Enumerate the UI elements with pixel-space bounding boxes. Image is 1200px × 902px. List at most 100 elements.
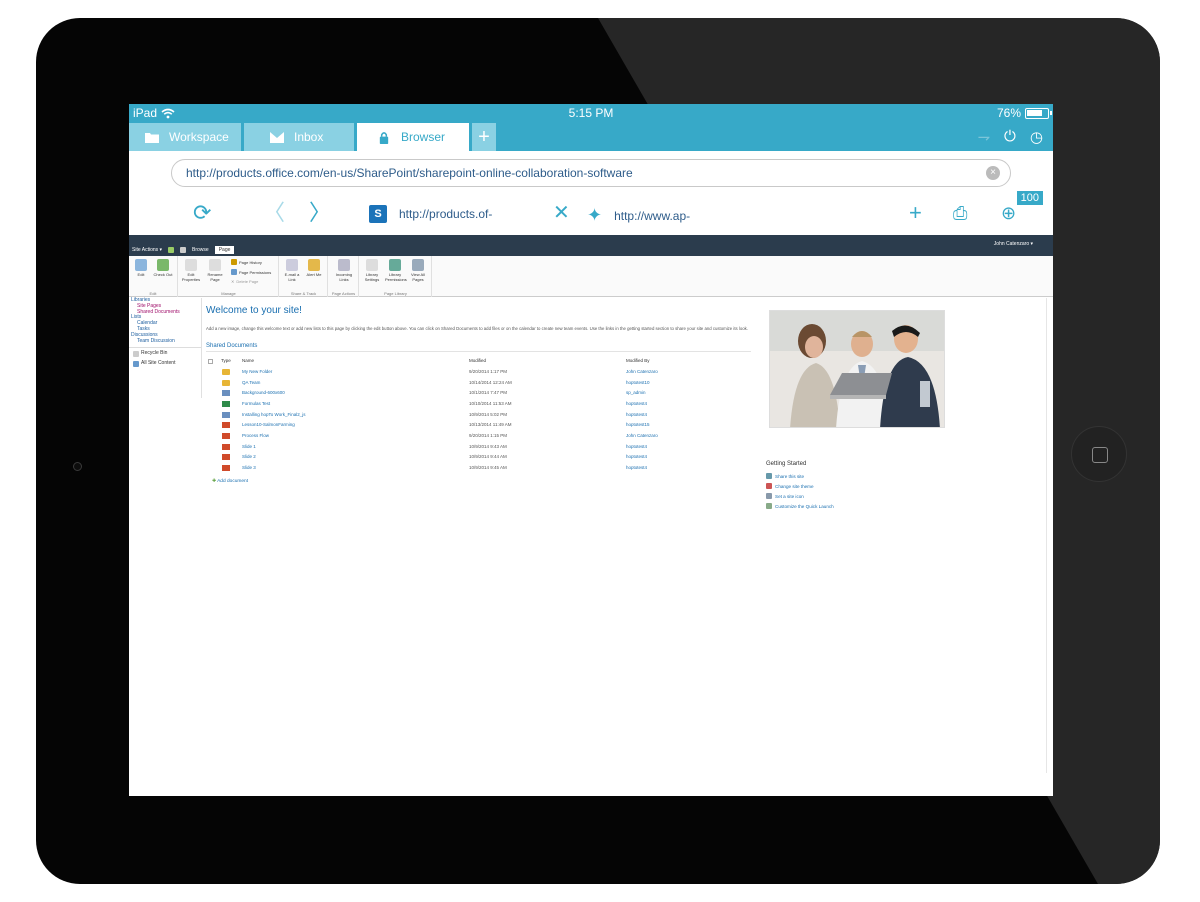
document-modified-by[interactable]: hoptotest4 [626,454,647,459]
table-row[interactable]: Background-600x600 10/1/2014 7:47 PM sp_ad… [206,389,751,400]
alert-me-button[interactable]: Alert Me [304,259,324,277]
add-icon[interactable]: + [909,201,922,225]
rename-icon [209,259,221,271]
page-scrollbar[interactable] [1046,298,1047,773]
sharepoint-icon: S [369,205,387,223]
ribbon-tab-browse[interactable]: Browse [192,247,209,253]
document-name[interactable]: My New Folder [242,369,272,374]
browser-tab-1[interactable]: S http://products.of- [369,205,492,223]
tab-inbox[interactable]: Inbox [244,123,354,151]
nav-utilities: Recycle Bin All Site Content [129,347,201,368]
close-tab-icon[interactable]: ✕ [553,201,570,225]
document-modified-by[interactable]: John Catenzaro [626,433,658,438]
back-icon[interactable]: 〈 [263,201,285,225]
table-row[interactable]: Process Flow 9/20/2014 1:15 PM John Catenz… [206,432,751,443]
column-modified[interactable]: Modified [469,358,486,363]
document-modified-by[interactable]: hoptotest15 [626,422,650,427]
edit-page-icon[interactable] [180,247,187,253]
change-theme-link[interactable]: Change site theme [766,481,916,491]
document-modified-by[interactable]: hoptotest4 [626,444,647,449]
table-row[interactable]: Slide 3 10/9/2014 9:45 AM hoptotest4 [206,464,751,475]
email-link-button[interactable]: E-mail a Link [282,259,302,282]
document-name[interactable]: Formulas Test [242,401,270,406]
download-icon[interactable]: ⊕ [1001,201,1016,225]
library-permissions-button[interactable]: Library Permissions [385,259,407,282]
library-permissions-icon [389,259,401,271]
shared-documents-title[interactable]: Shared Documents [206,343,751,353]
column-type[interactable]: Type [221,358,231,363]
table-row[interactable]: My New Folder 9/20/2014 1:17 PM John Caten… [206,368,751,379]
tab-workspace[interactable]: Workspace [129,123,241,151]
document-name[interactable]: Installing hopTo Work_Final2_js [242,412,305,417]
document-name[interactable]: Process Flow [242,433,269,438]
library-settings-button[interactable]: Library Settings [362,259,382,282]
rename-page-button[interactable]: Rename Page [205,259,225,282]
ribbon-group-library: Library Settings Library Permissions Vie… [360,256,432,297]
customize-quick-launch-link[interactable]: Customize the Quick Launch [766,501,916,511]
table-row[interactable]: Slide 1 10/9/2014 9:43 AM hoptotest4 [206,443,751,454]
tab-browser[interactable]: Browser [357,123,469,151]
print-icon[interactable]: ⎙ [953,201,967,225]
select-all-checkbox[interactable] [208,359,213,365]
sp-user-menu[interactable]: John Catenzaro ▾ [994,241,1033,247]
nav-recycle-bin[interactable]: Recycle Bin [133,351,201,358]
ribbon-group-actions: Incoming Links Page Actions [329,256,359,297]
document-name[interactable]: Background-600x600 [242,390,285,395]
table-row[interactable]: QA Team 10/14/2014 12:24 AM hoptotest10 [206,379,751,390]
page-history-button[interactable]: Page History [231,259,262,265]
navigate-up-icon[interactable] [168,247,175,253]
timer-icon[interactable]: ◷ [1030,128,1043,146]
document-name[interactable]: QA Team [242,380,260,385]
table-row[interactable]: Slide 2 10/9/2014 9:44 AM hoptotest4 [206,453,751,464]
page-permissions-button[interactable]: Page Permissions [231,269,271,275]
forward-icon[interactable]: 〉 [309,201,331,225]
clear-url-icon[interactable]: × [986,166,1000,180]
document-modified-by[interactable]: hoptotest4 [626,412,647,417]
column-modified-by[interactable]: Modified By [626,358,650,363]
table-row[interactable]: Installing hopTo Work_Final2_js 10/9/2014… [206,411,751,422]
table-row[interactable]: Lesson10-SalmonFarming 10/13/2014 11:49 A… [206,421,751,432]
incoming-links-icon [338,259,350,271]
document-name[interactable]: Lesson10-SalmonFarming [242,422,295,427]
document-modified-by[interactable]: hoptotest4 [626,401,647,406]
alert-icon [308,259,320,271]
ppt-icon [222,443,230,450]
browser-tab-2[interactable]: ✦ http://www.ap- [587,205,690,226]
document-modified: 10/10/2014 11:53 AM [469,401,512,407]
document-name[interactable]: Slide 1 [242,444,256,449]
nav-team-discussion[interactable]: Team Discussion [129,338,201,345]
sp-ribbon-tabs: Site Actions ▾ Browse Page [132,246,235,254]
new-tab-button[interactable]: + [472,123,496,151]
getting-started: Getting Started Share this site Change s… [766,461,916,511]
edit-properties-button[interactable]: Edit Properties [181,259,201,282]
check-out-button[interactable]: Check Out [153,259,173,277]
email-link-label: E-mail a Link [284,272,300,282]
app-tab-bar: Workspace Inbox Browser + ⇁ ⏻ ◷ [129,123,1053,151]
url-field[interactable]: http://products.office.com/en-us/SharePo… [171,159,1011,187]
download-count-badge: 100 [1016,191,1043,205]
nav-all-site-content[interactable]: All Site Content [133,361,201,368]
column-name[interactable]: Name [242,358,254,363]
set-site-icon-link[interactable]: Set a site icon [766,491,916,501]
delete-page-button[interactable]: ✕ Delete Page [231,279,258,284]
view-all-pages-button[interactable]: View All Pages [408,259,428,282]
library-settings-icon [366,259,378,271]
document-modified-by[interactable]: hoptotest10 [626,380,650,385]
document-modified-by[interactable]: hoptotest4 [626,465,647,470]
table-row[interactable]: Formulas Test 10/10/2014 11:53 AM hoptotes… [206,400,751,411]
home-button[interactable] [1071,426,1127,482]
document-modified-by[interactable]: sp_admin [626,390,646,395]
power-icon[interactable]: ⏻ [1004,128,1016,146]
ribbon-tab-page[interactable]: Page [214,246,235,254]
edit-button[interactable]: Edit [131,259,151,277]
document-modified-by[interactable]: John Catenzaro [626,369,658,374]
incoming-links-button[interactable]: Incoming Links [334,259,354,282]
site-actions-menu[interactable]: Site Actions ▾ [132,247,162,253]
share-site-link[interactable]: Share this site [766,471,916,481]
status-time: 5:15 PM [568,106,614,120]
refresh-icon[interactable]: ⟳ [193,201,211,225]
document-name[interactable]: Slide 3 [242,465,256,470]
share-icon [766,473,772,479]
document-name[interactable]: Slide 2 [242,454,256,459]
add-document-link[interactable]: ✚ Add document [206,479,756,484]
